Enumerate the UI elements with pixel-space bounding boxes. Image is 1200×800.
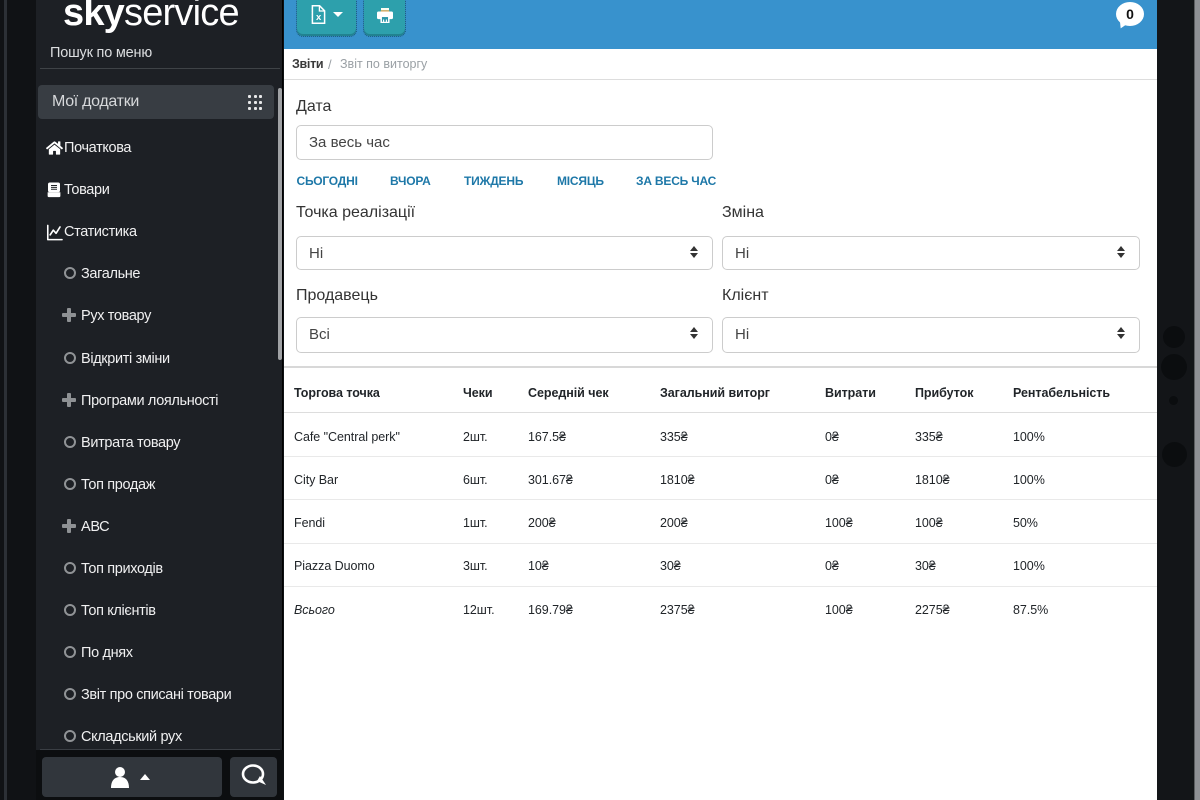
svg-text:x: x [316, 12, 322, 23]
